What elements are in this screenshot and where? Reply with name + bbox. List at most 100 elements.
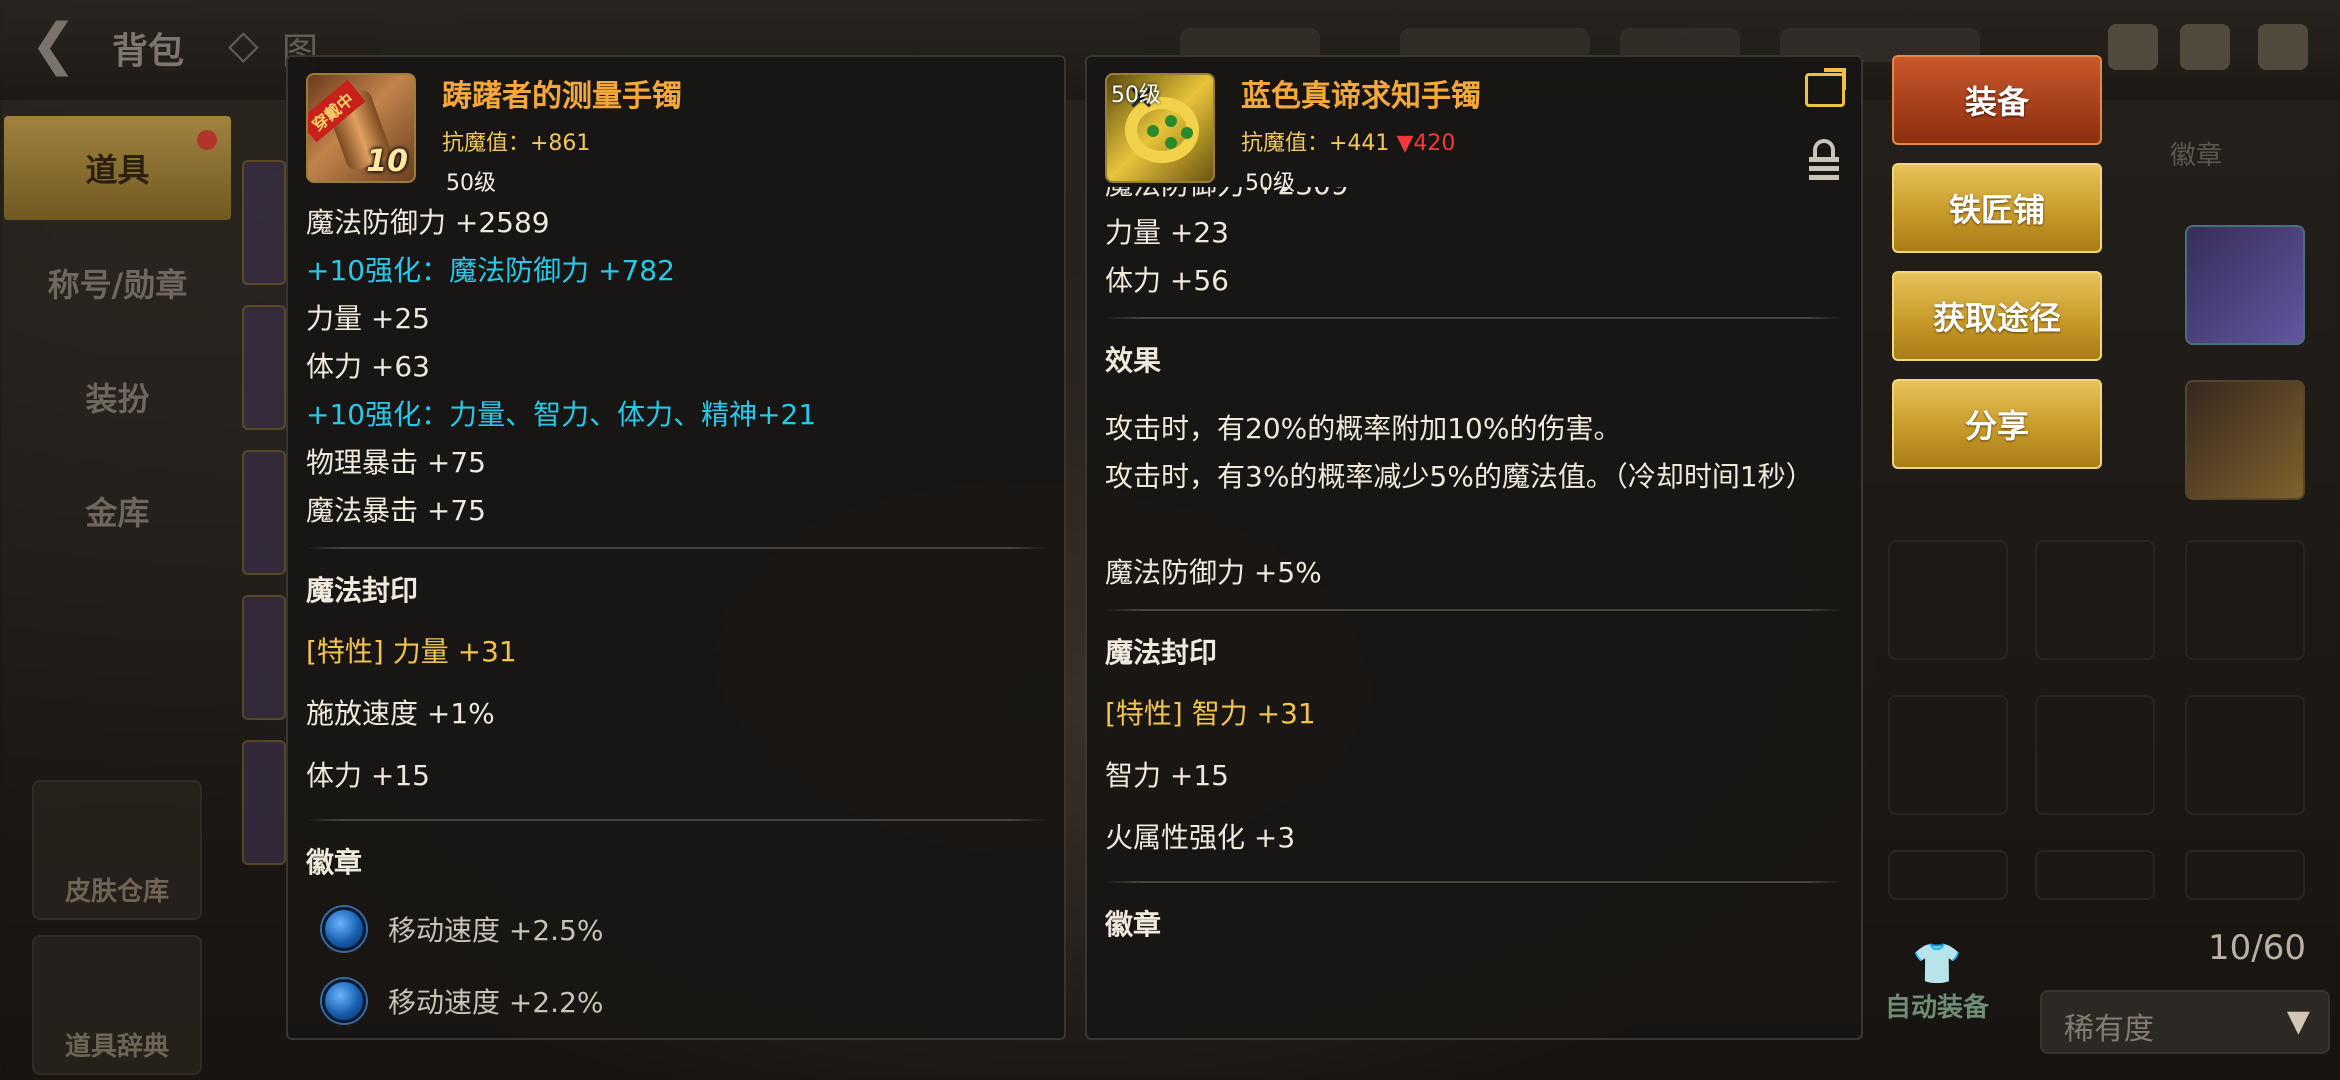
seal-stat-line: 体力 +15 [306,759,430,792]
item-name: 蓝色真谛求知手镯 [1241,79,1481,114]
page-title: 背包 [112,31,185,72]
inventory-slot[interactable] [2035,850,2155,900]
skin-storage-label: 皮肤仓库 [64,877,169,907]
inventory-slot[interactable] [242,305,286,430]
sidebar-item-outfit[interactable]: 装扮 [0,340,235,454]
stat-line-cut: 魔法防御力 +2309 [1105,187,1843,209]
gem-shape [1181,127,1193,139]
effect-line: 攻击时，有3%的概率减少5%的魔法值。（冷却时间1秒） [1105,460,1814,493]
item-dictionary-label: 道具辞典 [64,1032,169,1062]
seal-stat-line: [特性] 力量 +31 [306,635,517,668]
effect-line: 攻击时，有20%的概率附加10%的伤害。 [1105,412,1622,445]
divider [1105,317,1843,319]
seal-stat-line: 智力 +15 [1105,759,1229,792]
skin-storage-button[interactable]: 皮肤仓库 [32,780,202,920]
share-icon[interactable] [1805,73,1845,107]
gem-shape [1165,137,1177,149]
inventory-slot[interactable] [2035,540,2155,660]
bracelet-icon: 穿戴中 10 [306,73,416,183]
item-name: 踌躇者的测量手镯 [442,79,682,114]
gold-bracelet-icon: ✕ 50级 [1105,73,1215,183]
inventory-slot[interactable] [242,450,286,575]
inventory-slot[interactable] [2185,225,2305,345]
notification-dot [197,130,217,150]
section-title-seal: 魔法封印 [306,574,419,607]
auto-equip-button[interactable]: 👕 自动装备 [1872,940,2002,1024]
sidebar-item-vault[interactable]: 金库 [0,454,235,568]
stat-line: 体力 +56 [1105,264,1229,297]
mail-icon[interactable] [2180,24,2230,70]
chat-icon[interactable] [2258,24,2308,70]
stats-list: 魔法防御力 +2589 +10强化：魔法防御力 +782 力量 +25 体力 +… [306,199,1046,1037]
sidebar: 道具 称号/勋章 装扮 金库 [0,110,235,568]
tab-badge[interactable]: 徽章 [2170,135,2222,172]
inventory-slot[interactable] [242,595,286,720]
effect-extra: 魔法防御力 +5% [1105,556,1322,589]
inventory-slot[interactable] [2185,850,2305,900]
sidebar-item-label: 装扮 [85,380,150,418]
sidebar-item-titles[interactable]: 称号/勋章 [0,226,235,340]
badge-stat: 移动速度 +2.5% [388,914,604,947]
inventory-slot[interactable] [242,160,286,285]
resist-diff: ▼420 [1396,131,1456,156]
stats-list: 魔法防御力 +2309 力量 +23 体力 +56 效果 攻击时，有20%的概率… [1105,187,1843,955]
inventory-slot[interactable] [1888,695,2008,815]
seal-stat-line: [特性] 智力 +31 [1105,697,1316,730]
chest-icon[interactable] [2108,24,2158,70]
divider [306,819,1046,821]
cut-line-wrapper: 魔法防御力 +2309 [1105,187,1843,209]
magic-resist-value: 抗魔值：+441 ▼420 [1241,125,1455,157]
obtain-source-button[interactable]: 获取途径 [1892,271,2102,361]
badge-row: 移动速度 +2.2% [306,965,1046,1037]
sort-select-value: 稀有度 [2064,1012,2154,1047]
inventory-slot[interactable] [2185,695,2305,815]
section-title-effect: 效果 [1105,344,1162,377]
divider [1105,881,1843,883]
section-title-seal: 魔法封印 [1105,636,1218,669]
divider [306,547,1046,549]
sidebar-item-label: 道具 [85,151,150,189]
item-level: 50级 [446,171,496,196]
section-title-badge: 徽章 [1105,908,1162,941]
sidebar-item-items[interactable]: 道具 [4,116,231,220]
back-arrow-icon[interactable]: ❮ [30,12,77,77]
icon-level-tag: 50级 [1111,83,1161,108]
sidebar-item-label: 金库 [85,494,150,532]
chevron-down-icon: ▼ [2286,1004,2310,1039]
diamond-icon: ◇ [228,22,259,68]
blue-orb-icon [322,979,366,1023]
seal-stat-line: 火属性强化 +3 [1105,821,1296,854]
inventory-strip [242,160,292,885]
inventory-slot[interactable] [2035,695,2155,815]
gem-shape [1165,115,1177,127]
enhance-level: 10 [366,144,408,179]
action-buttons: 装备 铁匠铺 获取途径 分享 [1892,55,2102,487]
lock-icon[interactable] [1809,139,1839,185]
stat-line: 体力 +63 [306,350,430,383]
resist-text: 抗魔值：+441 [1241,131,1390,156]
item-dictionary-button[interactable]: 道具辞典 [32,935,202,1075]
seal-stat-line: 施放速度 +1% [306,697,495,730]
equip-button[interactable]: 装备 [1892,55,2102,145]
auto-equip-label: 自动装备 [1884,993,1989,1023]
sidebar-item-label: 称号/勋章 [47,266,188,304]
enhance-stat-line: +10强化：力量、智力、体力、精神+21 [306,398,817,431]
inventory-slot[interactable] [242,740,286,865]
magic-resist-value: 抗魔值：+861 [442,131,591,156]
inventory-slot[interactable] [1888,540,2008,660]
sort-select[interactable]: 稀有度 ▼ [2040,990,2330,1054]
inventory-slot[interactable] [2185,380,2305,500]
inventory-slot[interactable] [1888,850,2008,900]
blacksmith-button[interactable]: 铁匠铺 [1892,163,2102,253]
blue-orb-icon [322,907,366,951]
enhance-stat-line: +10强化：魔法防御力 +782 [306,254,675,287]
badge-row: 移动速度 +2.5% [306,893,1046,965]
stat-line: 魔法防御力 +2589 [306,206,550,239]
equipped-item-tooltip: 穿戴中 10 踌躇者的测量手镯 抗魔值：+861 50级 魔法防御力 +2589… [286,55,1066,1040]
divider [1105,609,1843,611]
inventory-slot[interactable] [2185,540,2305,660]
stat-line: 魔法暴击 +75 [306,494,486,527]
share-button[interactable]: 分享 [1892,379,2102,469]
stat-line: 物理暴击 +75 [306,446,486,479]
shirt-icon: 👕 [1912,941,1962,987]
